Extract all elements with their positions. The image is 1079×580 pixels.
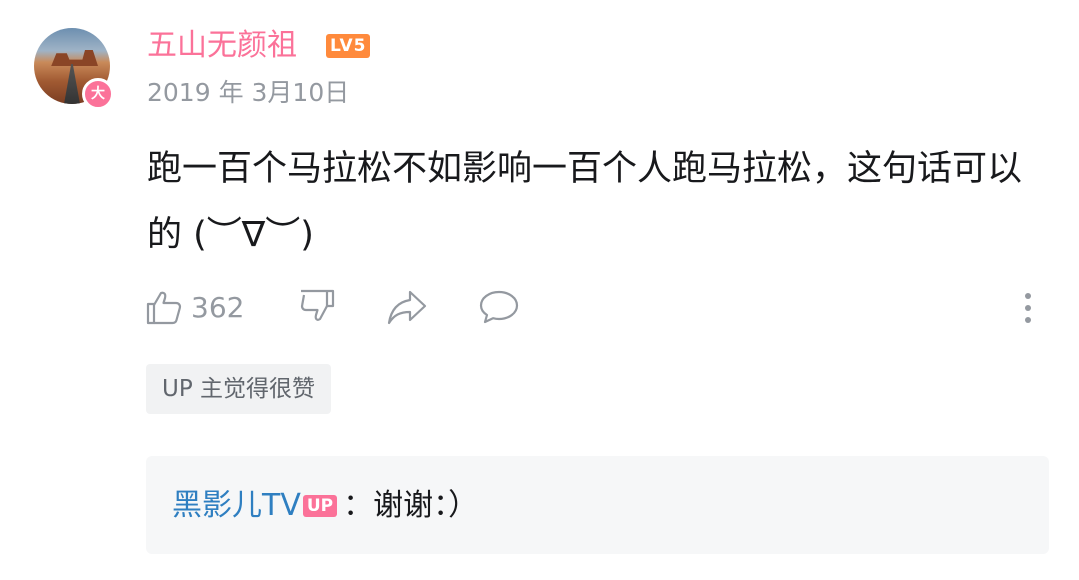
up-liked-tag: UP 主觉得很赞 (146, 364, 332, 414)
share-button[interactable] (386, 288, 428, 326)
like-button[interactable]: 362 (145, 288, 244, 326)
vip-badge: 大 (82, 78, 114, 110)
reply-username[interactable]: 黑影儿TV (172, 484, 301, 528)
comment-bubble-icon (478, 288, 520, 326)
comment-date: 2019 年 3月10日 (147, 78, 350, 107)
avatar-road (64, 64, 80, 104)
thumbs-up-icon (145, 288, 183, 326)
comment-username[interactable]: 五山无颜祖 (147, 26, 297, 66)
share-icon (386, 288, 428, 326)
reply-text: ：谢谢：） (343, 488, 479, 523)
reply-button[interactable] (478, 288, 520, 326)
comment-text: 跑一百个马拉松不如影响一百个人跑马拉松，这句话可以的 (︶∇︶) (147, 149, 1023, 255)
dislike-button[interactable] (298, 288, 336, 326)
like-count: 362 (191, 290, 245, 324)
avatar-mesa (51, 50, 98, 66)
more-vertical-icon (1016, 290, 1040, 326)
up-badge: UP (302, 495, 338, 517)
level-badge: LV5 (326, 34, 371, 58)
reply-preview[interactable]: 黑影儿TV UP ：谢谢：） (146, 456, 1049, 554)
more-options-button[interactable] (1016, 290, 1040, 326)
reply-line: 黑影儿TV UP ：谢谢：） (172, 484, 478, 528)
thumbs-down-icon (298, 288, 336, 326)
